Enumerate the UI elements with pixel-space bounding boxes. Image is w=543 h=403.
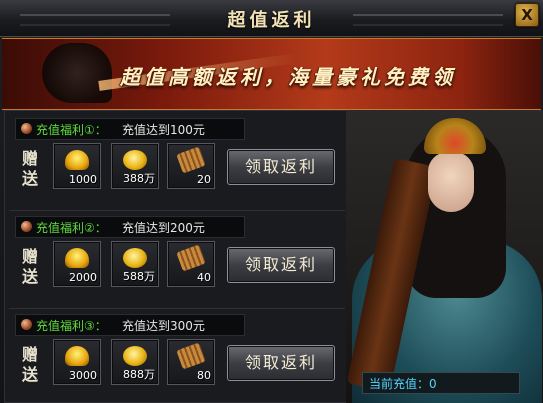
current-recharge-label: 当前充值： [369,377,430,391]
tier-1: 充值福利①： 充值达到100元 赠送 1000 388万 20 领取返利 [9,115,345,207]
claim-rebate-button[interactable]: 领取返利 [227,247,335,283]
reward-quantity: 1000 [69,173,97,186]
crown-icon [424,118,486,154]
reward-slot-coins[interactable]: 888万 [111,339,159,385]
reward-slot-scroll[interactable]: 40 [167,241,215,287]
reward-slot-scroll[interactable]: 20 [167,143,215,189]
gold-coins-icon [123,346,147,366]
tier-header: 充值福利③： 充值达到300元 [15,314,245,336]
claim-rebate-button[interactable]: 领取返利 [227,345,335,381]
tier-requirement: 充值达到200元 [122,221,205,235]
reward-slot-ingot[interactable]: 3000 [53,339,101,385]
close-button[interactable]: X [515,3,539,27]
window-title: 超值返利 [227,10,316,31]
title-bar: 超值返利 X [0,0,543,37]
reward-slot-ingot[interactable]: 2000 [53,241,101,287]
bead-icon [21,123,32,134]
reward-quantity: 80 [197,369,211,382]
reward-quantity: 20 [197,173,211,186]
gift-label: 赠送 [21,247,38,286]
character-portrait [346,110,543,403]
reward-slot-coins[interactable]: 588万 [111,241,159,287]
tier-2: 充值福利②： 充值达到200元 赠送 2000 588万 40 领取返利 [9,213,345,305]
gold-ingot-icon [65,248,89,268]
reward-quantity: 588万 [123,270,155,283]
tier-label: 充值福利③： [36,319,107,333]
close-icon: X [521,6,533,24]
reward-tiers: 充值福利①： 充值达到100元 赠送 1000 388万 20 领取返利 充值福… [4,110,348,403]
tier-requirement: 充值达到100元 [122,123,205,137]
gold-ingot-icon [65,150,89,170]
gold-ingot-icon [65,346,89,366]
gift-label: 赠送 [21,149,38,188]
bead-icon [21,221,32,232]
promo-banner: 超值高额返利，海量豪礼免费领 [2,38,541,110]
reward-quantity: 40 [197,271,211,284]
rebate-window: 超值返利 X 超值高额返利，海量豪礼免费领 充值福利①： 充值达到100元 赠送… [0,0,543,403]
scroll-icon [176,244,206,272]
scroll-icon [176,146,206,174]
tier-header: 充值福利②： 充值达到200元 [15,216,245,238]
tier-divider [9,308,345,309]
reward-slot-scroll[interactable]: 80 [167,339,215,385]
banner-slogan: 超值高额返利，海量豪礼免费领 [120,65,456,89]
current-recharge-value: 0 [429,377,437,391]
gift-label: 赠送 [21,345,38,384]
current-recharge-text: 当前充值：0 [369,375,437,392]
reward-quantity: 2000 [69,271,97,284]
reward-quantity: 388万 [123,172,155,185]
claim-rebate-button[interactable]: 领取返利 [227,149,335,185]
reward-quantity: 888万 [123,368,155,381]
scroll-icon [176,342,206,370]
tier-3: 充值福利③： 充值达到300元 赠送 3000 888万 80 领取返利 [9,311,345,403]
gold-coins-icon [123,150,147,170]
reward-slot-ingot[interactable]: 1000 [53,143,101,189]
current-recharge: 当前充值：0 [362,372,520,394]
tier-header: 充值福利①： 充值达到100元 [15,118,245,140]
reward-quantity: 3000 [69,369,97,382]
tier-requirement: 充值达到300元 [122,319,205,333]
dragon-emblem-icon [42,43,112,103]
bead-icon [21,319,32,330]
tier-label: 充值福利①： [36,123,107,137]
tier-label: 充值福利②： [36,221,107,235]
face-shape [428,152,474,212]
tier-divider [9,210,345,211]
gold-coins-icon [123,248,147,268]
reward-slot-coins[interactable]: 388万 [111,143,159,189]
